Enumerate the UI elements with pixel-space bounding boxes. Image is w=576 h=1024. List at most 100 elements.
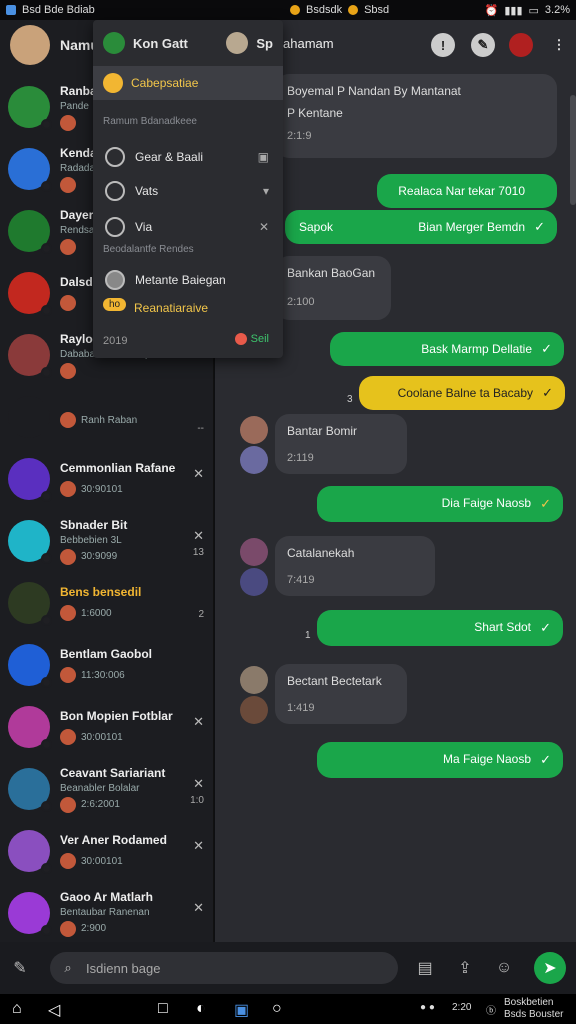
send-button[interactable]: ➤ [534,952,566,984]
menu-item-gear[interactable]: Gear & Baali ▣ [93,142,283,172]
sender-avatar[interactable] [240,416,268,444]
message-input[interactable]: ⌕ Isdienn bage [50,952,398,984]
message-outgoing[interactable]: Bask Marmp Dellatie ✓ [330,332,564,366]
chat-list-item[interactable]: Bentlam Gaobol 11:30:006 [0,634,214,696]
contact-avatar[interactable] [509,33,533,57]
message-outgoing[interactable]: Realaca Nar tekar 7010 [377,174,557,208]
message-incoming[interactable]: Bantar Bomir 2:119 [275,414,407,474]
chat-list-item[interactable]: Cemmonlian Rafane 30:90101 ✕ [0,448,214,510]
circle-icon[interactable]: ○ [272,1000,282,1018]
chat-list-item[interactable]: Sbnader Bit Bebbebien 3L 30:9099 ✕ 13 [0,510,214,572]
avatar[interactable] [8,210,52,254]
sender-avatar[interactable] [240,538,268,566]
check-icon: ✓ [540,496,551,511]
chat-meta-text: 30:90101 [81,483,123,495]
info-button[interactable]: ! [431,33,455,57]
context-menu: Kon Gatt Sp Cabepsatiae Ramum Bdanadkeee… [93,20,283,358]
back-icon[interactable]: ◁ [48,1000,60,1020]
avatar[interactable] [8,706,52,750]
chat-info: Ceavant Sariariant Beanabler Bolalar 2:6:2… [60,766,206,813]
message-index: 3 [347,394,353,405]
chat-list-item[interactable]: Ranh Raban -- [0,386,214,448]
sender-avatar[interactable] [240,696,268,724]
close-icon[interactable]: ✕ [193,838,204,854]
app-icon[interactable]: ▣ [234,1000,249,1020]
avatar[interactable] [8,86,52,130]
avatar[interactable] [8,396,50,438]
menu-item-vats[interactable]: Vats ▾ [93,176,283,206]
more-options-icon[interactable]: ⋮ [547,33,571,57]
chat-info: Cemmonlian Rafane 30:90101 [60,461,206,497]
badge: ho [103,298,127,311]
chat-list-item[interactable]: Bens bensedil 1:6000 2 [0,572,214,634]
menu-footer-status[interactable]: Seil [234,333,269,345]
sender-mini-avatar [60,796,76,813]
notification-icon [290,5,300,15]
menu-header[interactable]: Kon Gatt Sp [93,20,283,66]
sticker-icon[interactable]: ☺ [494,958,514,978]
message-text: Realaca Nar tekar 7010 [398,184,525,198]
close-icon[interactable]: ✕ [193,466,204,482]
close-icon[interactable]: ✕ [193,776,204,792]
sender-avatar[interactable] [240,446,268,474]
avatar[interactable] [8,520,52,564]
avatar[interactable] [8,830,52,874]
sender-mini-avatar [60,548,76,565]
message-incoming[interactable]: Bectant Bectetark 1:419 [275,664,407,724]
avatar[interactable] [8,272,52,316]
message-outgoing[interactable]: Shart Sdot ✓ [317,610,563,646]
scrollbar[interactable] [570,95,576,205]
message-sender: Sapok [299,220,334,234]
close-icon[interactable]: ✕ [259,220,269,234]
user-icon [105,181,125,201]
recents-icon[interactable]: □ [158,1000,168,1018]
message-incoming[interactable]: Boyemal P Nandan By Mantanat P Kentane 2… [275,74,557,158]
menu-item-metante[interactable]: Metante Baiegan [93,265,283,295]
message-incoming[interactable]: Bankan BaoGan 2:100 [275,256,391,320]
menu-item-label: Cabepsatiae [131,76,199,90]
menu-item-via[interactable]: Via ✕ [93,212,283,242]
message-outgoing[interactable]: Sapok Bian Merger Bemdn ✓ [285,210,557,244]
app-icon[interactable]: ◐ [196,1000,206,1018]
close-icon[interactable]: ✕ [193,528,204,544]
menu-item-selected[interactable]: Cabepsatiae [93,66,283,100]
chat-list-item[interactable]: Gaoo Ar Matlarh Bentaubar Ranenan 2:900 ✕ [0,882,214,944]
avatar[interactable] [8,148,52,192]
check-icon: ✓ [541,341,552,356]
edit-button[interactable]: ✎ [471,33,495,57]
avatar[interactable] [8,334,52,378]
chat-title: Bon Mopien Fotblar [60,709,173,723]
pencil-icon[interactable]: ✎ [10,958,30,978]
sender-mini-avatar [60,114,76,131]
avatar[interactable] [8,768,52,812]
avatar[interactable] [8,644,52,688]
chat-meta: 30:00101 [60,729,206,745]
message-text: Bankan BaoGan [287,266,376,280]
nav-text: Boskbetien [504,997,554,1008]
chat-list-item[interactable]: Ceavant Sariariant Beanabler Bolalar 2:6:2… [0,758,214,820]
sender-avatar[interactable] [240,568,268,596]
close-icon[interactable]: ✕ [193,714,204,730]
grid-icon[interactable]: ▤ [415,958,435,978]
avatar[interactable] [8,458,52,502]
close-icon[interactable]: ✕ [193,900,204,916]
avatar[interactable] [8,582,52,626]
presence-icon [41,677,52,688]
message-outgoing-highlighted[interactable]: Coolane Balne ta Bacaby ✓ [359,376,565,410]
sender-mini-avatar [60,605,76,621]
avatar[interactable] [10,25,50,65]
upload-icon[interactable]: ⇪ [455,958,475,978]
message-incoming[interactable]: Catalanekah 7:419 [275,536,435,596]
sender-mini-avatar [60,295,76,311]
sender-avatar[interactable] [240,666,268,694]
message-outgoing[interactable]: Ma Faige Naosb ✓ [317,742,563,778]
message-outgoing[interactable]: Dia Faige Naosb ✓ [317,486,563,522]
check-icon: ✓ [540,620,551,635]
home-icon[interactable]: ⌂ [12,1000,22,1018]
chat-list-item[interactable]: Ver Aner Rodamed 30:00101 ✕ [0,820,214,882]
chat-list-item[interactable]: Bon Mopien Fotblar 30:00101 ✕ [0,696,214,758]
avatar[interactable] [8,892,52,936]
chat-title: Ceavant Sariariant [60,765,166,780]
chat-title: Cemmonlian Rafane [60,461,176,475]
chat-count: -- [197,423,204,434]
